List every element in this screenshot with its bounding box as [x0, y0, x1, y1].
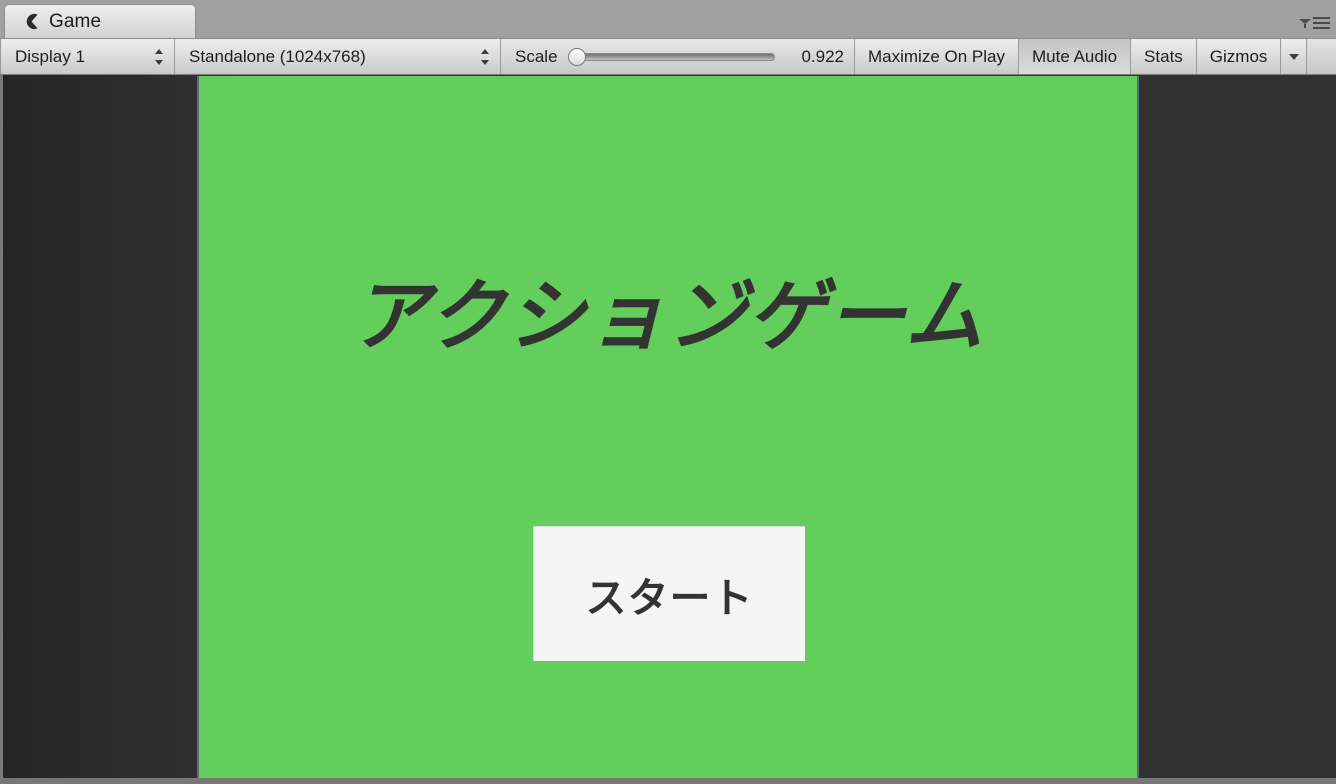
hamburger-menu-icon[interactable]: [1313, 17, 1330, 29]
gizmos-label: Gizmos: [1209, 46, 1268, 66]
updown-arrows-icon: [481, 48, 490, 65]
game-view-area[interactable]: アクション゙ゲーム スタート: [0, 75, 1336, 784]
start-button-label: スタート: [585, 574, 754, 622]
scale-slider[interactable]: [567, 47, 775, 66]
stats-label: Stats: [1144, 46, 1183, 66]
display-selector[interactable]: Display 1: [0, 39, 175, 74]
scale-label: Scale: [515, 46, 558, 66]
unity-game-window: Game Display 1 Standalone (1024x768) Sca…: [0, 0, 1336, 784]
tab-game-label: Game: [49, 10, 102, 32]
game-view-toolbar: Display 1 Standalone (1024x768) Scale 0.…: [0, 38, 1336, 75]
caret-down-icon: [1288, 53, 1299, 60]
scale-slider-track: [575, 52, 775, 61]
aspect-ratio-selector[interactable]: Standalone (1024x768): [175, 39, 501, 74]
maximize-on-play-label: Maximize On Play: [868, 46, 1005, 66]
toolbar-spacer: [1307, 39, 1336, 74]
tab-game[interactable]: Game: [4, 4, 196, 38]
gizmos-dropdown-button[interactable]: [1281, 39, 1308, 74]
game-view-left-edge: [0, 75, 3, 778]
scale-slider-handle[interactable]: [567, 47, 586, 66]
scale-control[interactable]: Scale 0.922: [501, 39, 855, 74]
updown-arrows-icon: [155, 48, 164, 65]
scale-value: 0.922: [801, 46, 844, 66]
mute-audio-button[interactable]: Mute Audio: [1018, 39, 1132, 74]
game-title: アクション゙ゲーム: [351, 272, 985, 362]
display-selector-label: Display 1: [15, 46, 85, 66]
aspect-ratio-label: Standalone (1024x768): [189, 46, 366, 66]
start-button[interactable]: スタート: [533, 526, 805, 661]
game-render-canvas[interactable]: アクション゙ゲーム スタート: [197, 76, 1139, 778]
game-pacman-icon: [23, 13, 40, 30]
gizmos-button[interactable]: Gizmos: [1196, 39, 1282, 74]
game-view-bottom-border: [0, 778, 1336, 784]
filter-icon[interactable]: [1299, 17, 1311, 29]
tab-strip: Game: [0, 0, 1336, 38]
stats-button[interactable]: Stats: [1131, 39, 1197, 74]
maximize-on-play-button[interactable]: Maximize On Play: [855, 39, 1019, 74]
panel-menu-group: [1299, 17, 1330, 29]
mute-audio-label: Mute Audio: [1031, 46, 1118, 66]
